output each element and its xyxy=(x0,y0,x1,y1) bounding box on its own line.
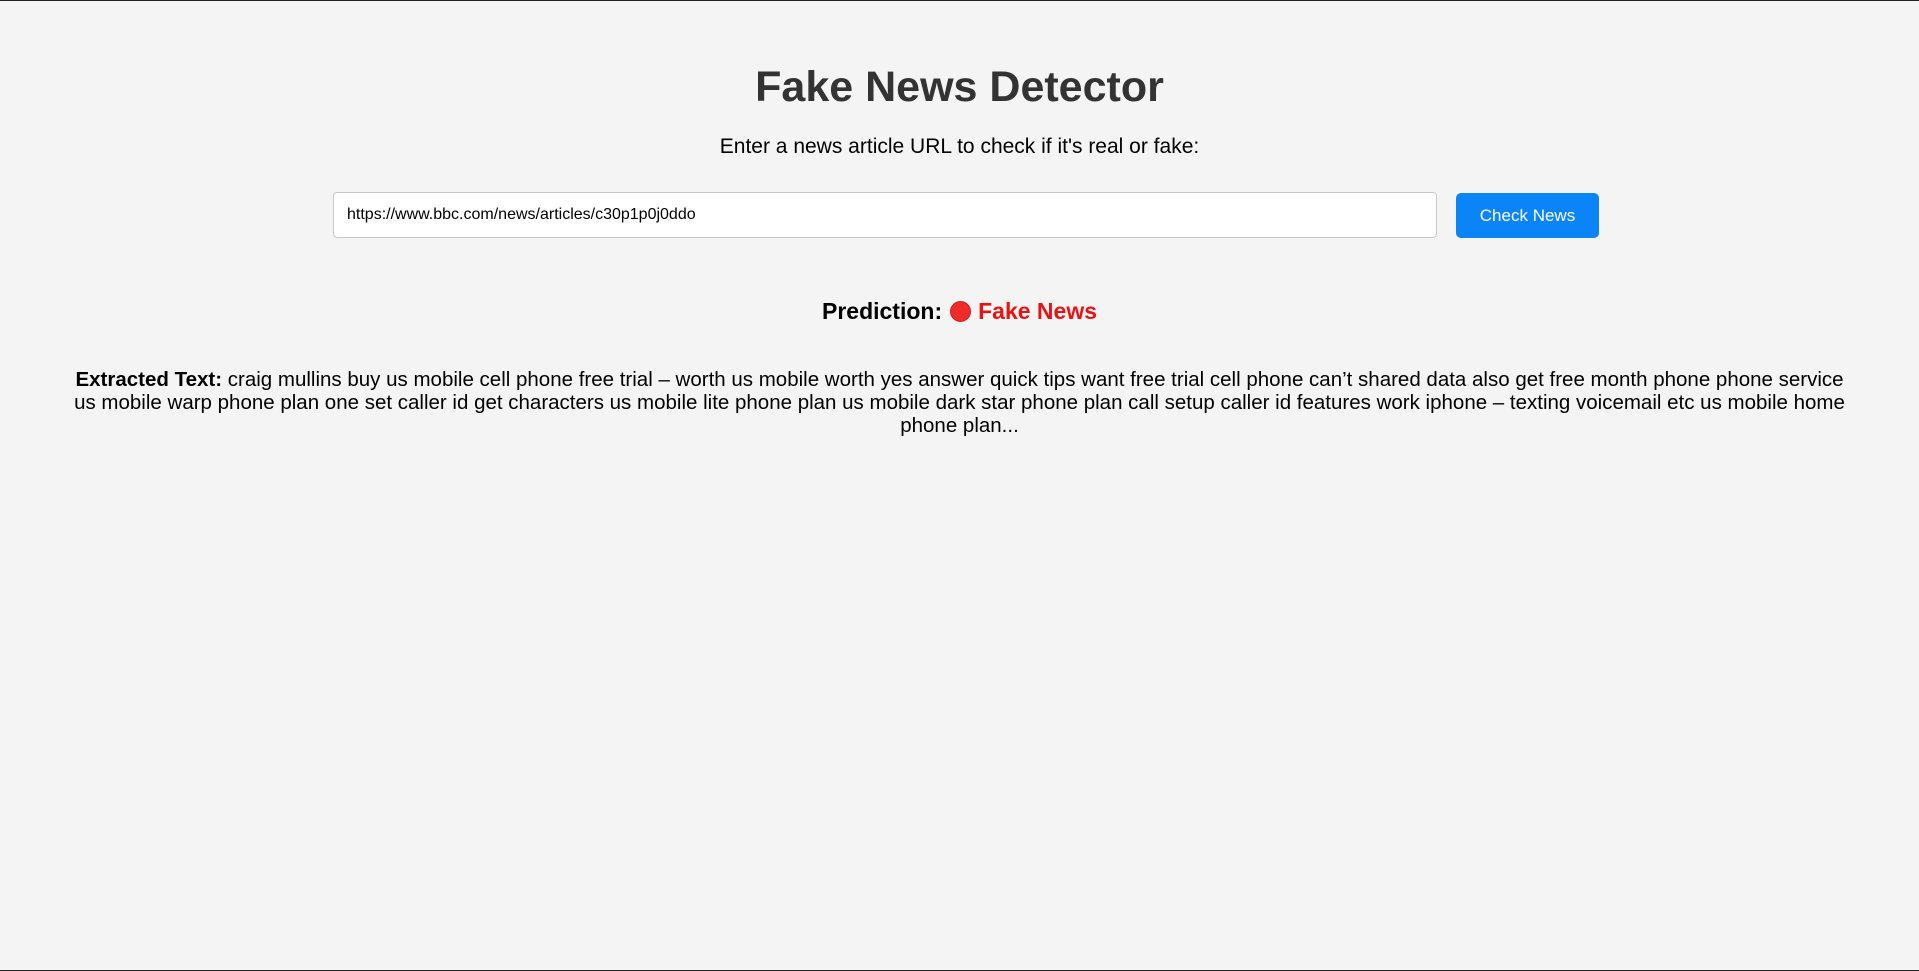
extracted-text-block: Extracted Text: craig mullins buy us mob… xyxy=(74,368,1845,437)
url-input[interactable] xyxy=(333,192,1437,238)
prediction-row: Prediction: Fake News xyxy=(0,296,1919,326)
red-circle-icon xyxy=(950,301,972,322)
extracted-text-content: craig mullins buy us mobile cell phone f… xyxy=(74,368,1845,437)
page-title: Fake News Detector xyxy=(755,63,1164,111)
instructions-text: Enter a news article URL to check if it'… xyxy=(719,135,1200,158)
prediction-label: Prediction: xyxy=(821,298,943,324)
prediction-result: Fake News xyxy=(978,298,1098,324)
extracted-text-label: Extracted Text: xyxy=(75,368,223,391)
check-news-button[interactable]: Check News xyxy=(1456,193,1599,238)
